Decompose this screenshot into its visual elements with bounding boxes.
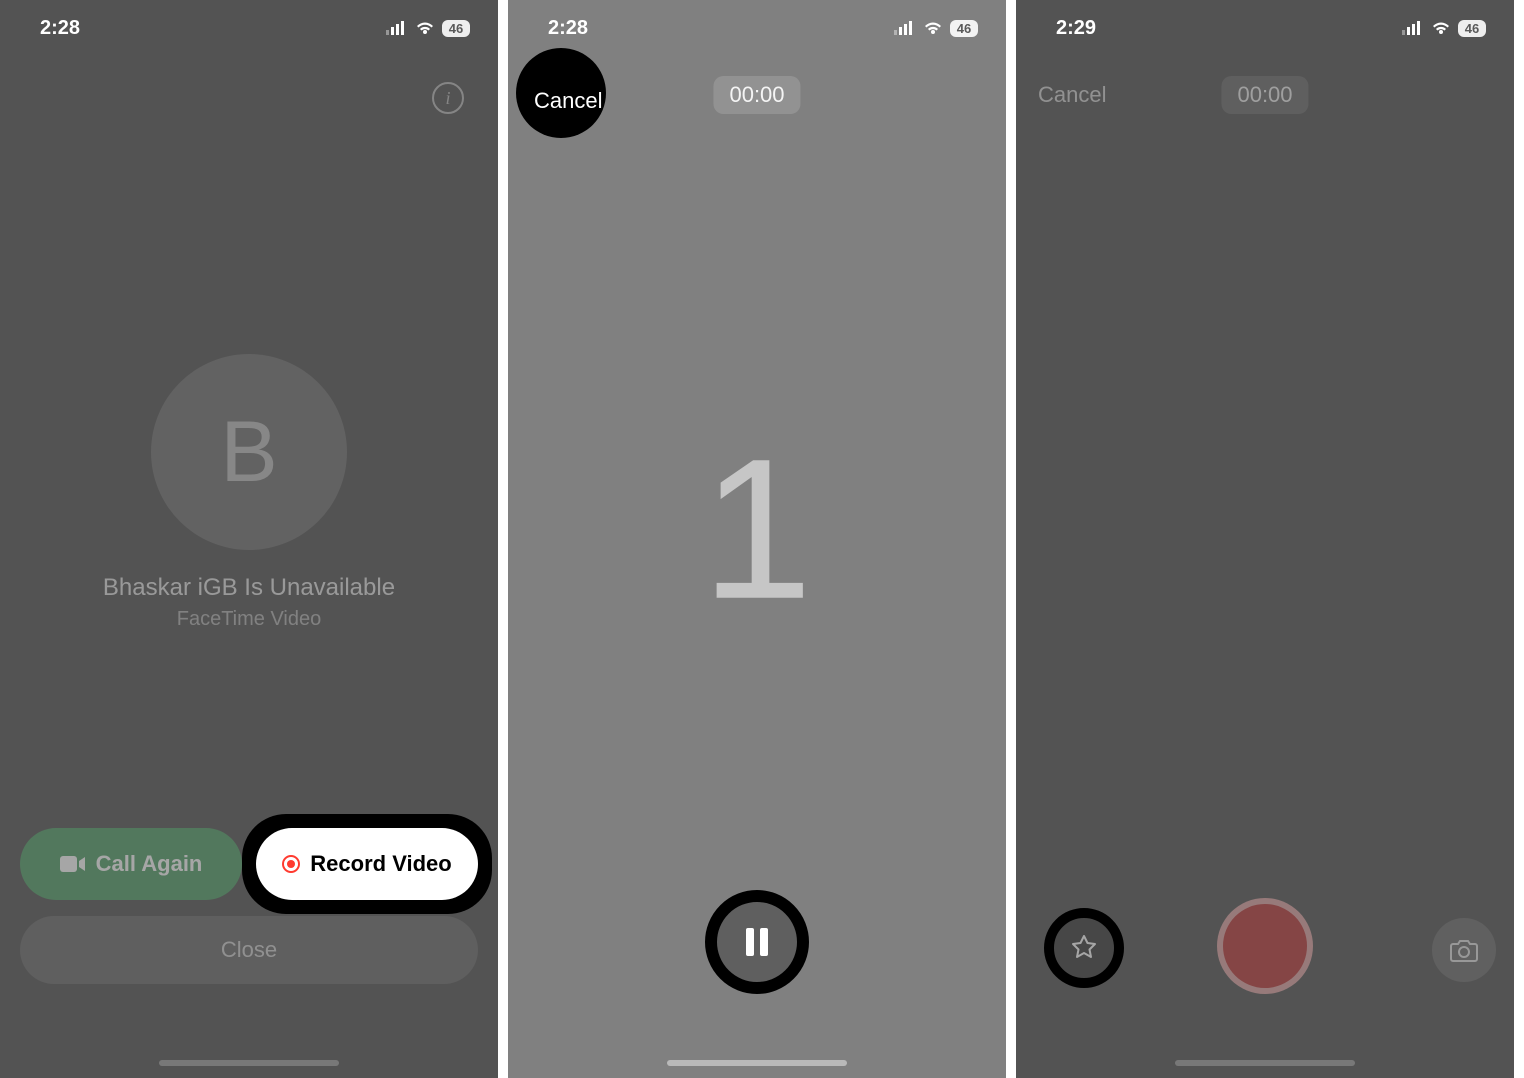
countdown-number: 1 (701, 415, 812, 645)
call-again-button[interactable]: Call Again (20, 828, 242, 900)
recording-timer: 00:00 (713, 76, 800, 114)
record-button[interactable] (1217, 898, 1313, 994)
cellular-icon (1402, 21, 1424, 35)
cellular-icon (894, 21, 916, 35)
status-bar: 2:29 46 (1016, 0, 1514, 56)
home-indicator[interactable] (1175, 1060, 1355, 1066)
flip-camera-button[interactable] (1432, 918, 1496, 982)
record-countdown-screen: 2:28 46 Cancel 00:00 1 (508, 0, 1006, 1078)
battery-badge: 46 (1458, 20, 1486, 37)
status-time: 2:28 (40, 17, 80, 40)
status-time: 2:29 (1056, 17, 1096, 40)
cancel-button[interactable]: Cancel (530, 78, 606, 124)
record-icon (282, 855, 300, 873)
call-again-label: Call Again (96, 851, 203, 877)
cellular-icon (386, 21, 408, 35)
contact-status-text: Bhaskar iGB Is Unavailable (0, 574, 498, 602)
cancel-button[interactable]: Cancel (1034, 72, 1110, 118)
recording-timer: 00:00 (1221, 76, 1308, 114)
status-bar: 2:28 46 (508, 0, 1006, 56)
pause-icon (743, 926, 771, 958)
record-video-wrap: Record Video (256, 828, 478, 900)
status-time: 2:28 (548, 17, 588, 40)
status-right: 46 (386, 20, 470, 37)
avatar: B (151, 354, 347, 550)
record-video-button[interactable]: Record Video (256, 828, 478, 900)
status-right: 46 (1402, 20, 1486, 37)
contact-block: B Bhaskar iGB Is Unavailable FaceTime Vi… (0, 354, 498, 631)
home-indicator[interactable] (159, 1060, 339, 1066)
wifi-icon (1430, 20, 1452, 36)
home-indicator[interactable] (667, 1060, 847, 1066)
pause-button[interactable] (705, 890, 809, 994)
wifi-icon (922, 20, 944, 36)
video-icon (60, 855, 86, 873)
effects-button[interactable] (1044, 908, 1124, 988)
info-icon[interactable]: i (432, 82, 464, 114)
call-type-text: FaceTime Video (0, 608, 498, 631)
wifi-icon (414, 20, 436, 36)
star-icon (1069, 933, 1099, 963)
battery-badge: 46 (442, 20, 470, 37)
status-right: 46 (894, 20, 978, 37)
close-button[interactable]: Close (20, 916, 478, 984)
status-bar: 2:28 46 (0, 0, 498, 56)
record-ready-screen: 2:29 46 Cancel 00:00 (1016, 0, 1514, 1078)
action-row: Call Again Record Video (20, 828, 478, 900)
battery-badge: 46 (950, 20, 978, 37)
facetime-unavailable-screen: 2:28 46 i B Bhaskar iGB Is Unavailable F… (0, 0, 498, 1078)
record-video-label: Record Video (310, 851, 451, 877)
camera-icon (1449, 937, 1479, 963)
